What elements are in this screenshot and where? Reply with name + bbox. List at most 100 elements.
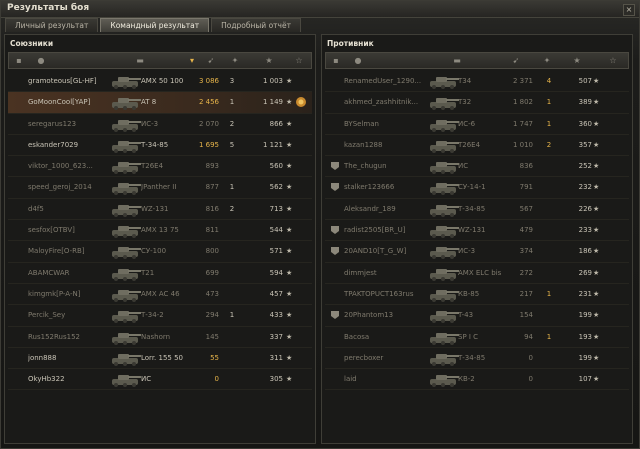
damage-value: 836: [519, 162, 533, 171]
enemy-row[interactable]: TPAKTOPUCT163rus КВ-85 217 1 231 ★: [325, 284, 629, 306]
close-button[interactable]: ×: [623, 4, 635, 16]
ally-row[interactable]: eskander7029 Т-34-85 1 695 5 1 121 ★: [8, 135, 312, 157]
enemy-row[interactable]: BYSelman ИС-6 1 747 1 360 ★: [325, 114, 629, 135]
kills-icon[interactable]: ✦: [542, 56, 552, 65]
enemy-row[interactable]: stalker123666 СУ-14-1 791 232 ★: [325, 177, 629, 199]
star-icon: ★: [593, 77, 600, 85]
star-icon: ★: [593, 162, 600, 171]
tank-icon: [428, 94, 460, 111]
star-icon: ★: [286, 77, 293, 85]
ally-row[interactable]: Percik_Sey Т-34-2 294 1 433 ★: [8, 305, 312, 327]
enemy-row[interactable]: 20AND10[T_G_W] ИС-3 374 186 ★: [325, 241, 629, 263]
ally-row[interactable]: jonn888 Lorr. 155 50 55 311 ★: [8, 348, 312, 370]
player-name: seregarus123: [28, 119, 77, 128]
tank-icon[interactable]: ▬: [129, 56, 151, 65]
player-name: ABAMCWAR: [28, 268, 70, 277]
star-icon: ★: [286, 375, 293, 384]
allies-header: ▪ ● ▬ ▾ ➹ ✦ ★ ☆: [8, 52, 312, 69]
star-icon[interactable]: ☆: [294, 56, 304, 65]
ally-row[interactable]: ABAMCWAR T21 699 594 ★: [8, 263, 312, 284]
enemy-row[interactable]: The_chugun ИС 836 252 ★: [325, 156, 629, 178]
tank-icon[interactable]: ▬: [446, 56, 468, 65]
star-icon: ★: [286, 311, 293, 320]
sort-arrow-icon: ▾: [189, 56, 194, 65]
damage-value: 145: [205, 332, 219, 341]
ally-row[interactable]: d4f5 WZ-131 816 2 713 ★: [8, 199, 312, 221]
experience-value: 360: [578, 119, 592, 128]
player-name: speed_geroj_2014: [28, 183, 92, 192]
tab-personal[interactable]: Личный результат: [5, 18, 99, 32]
ally-row[interactable]: seregarus123 ИС-3 2 070 2 866 ★: [8, 114, 312, 135]
enemy-row[interactable]: perecboxer Т-34-85 0 199 ★: [325, 348, 629, 370]
experience-value: 507: [578, 77, 592, 85]
ally-row[interactable]: sesfox[OTBV] AMX 13 75 811 544 ★: [8, 220, 312, 242]
ally-row[interactable]: GoMoonCool[YAP] AT 8 2 456 1 1 149 ★: [8, 92, 312, 114]
enemies-header: ▪ ● ▬ ➹ ✦ ★ ☆: [325, 52, 629, 69]
tank-icon: [428, 137, 460, 154]
experience-icon[interactable]: ★: [264, 56, 274, 65]
tank-name: T34: [458, 77, 472, 85]
damage-icon[interactable]: ➹: [206, 56, 216, 65]
damage-value: 294: [205, 311, 219, 320]
kills-value: 5: [229, 140, 235, 149]
ally-row[interactable]: OkyHb322 ИС 0 305 ★: [8, 369, 312, 391]
tab-team[interactable]: Командный результат: [100, 18, 210, 32]
star-icon[interactable]: ☆: [608, 56, 618, 65]
player-name: OkyHb322: [28, 375, 65, 384]
kills-value: 2: [229, 119, 235, 128]
player-icon[interactable]: ●: [353, 56, 363, 65]
ally-row[interactable]: MaloyFire[O-RB] СУ-100 800 571 ★: [8, 241, 312, 263]
star-icon: ★: [286, 140, 293, 149]
experience-value: 594: [269, 268, 283, 277]
damage-value: 272: [519, 268, 533, 277]
platoon-icon[interactable]: ▪: [14, 56, 24, 65]
enemy-row[interactable]: 20Phantom13 T-43 154 199 ★: [325, 305, 629, 327]
experience-value: 866: [269, 119, 283, 128]
ally-row[interactable]: viktor_1000_623... T26E4 893 560 ★: [8, 156, 312, 178]
tank-name: ИС-3: [458, 247, 476, 256]
enemy-row[interactable]: laid КВ-2 0 107 ★: [325, 369, 629, 391]
player-name: sesfox[OTBV]: [28, 226, 75, 235]
ally-row[interactable]: speed_geroj_2014 JPanther II 877 1 562 ★: [8, 177, 312, 199]
experience-value: 433: [269, 311, 283, 320]
tank-icon: [428, 201, 460, 218]
enemy-row[interactable]: akhmed_zashhitnik... T32 1 802 1 389 ★: [325, 92, 629, 114]
star-icon: ★: [593, 226, 600, 235]
medal-icon[interactable]: [294, 95, 308, 109]
experience-value: 231: [578, 289, 592, 298]
player-icon[interactable]: ●: [36, 56, 46, 65]
player-name: d4f5: [28, 204, 44, 213]
kills-icon[interactable]: ✦: [230, 56, 240, 65]
enemy-row[interactable]: dimmjest AMX ELC bis 272 269 ★: [325, 263, 629, 284]
enemies-title: Противник: [327, 39, 374, 48]
experience-icon[interactable]: ★: [572, 56, 582, 65]
experience-value: 357: [578, 140, 592, 149]
enemy-row[interactable]: kazan1288 T26E4 1 010 2 357 ★: [325, 135, 629, 157]
experience-value: 1 003: [262, 77, 283, 85]
platoon-icon[interactable]: ▪: [331, 56, 341, 65]
experience-value: 562: [269, 183, 283, 192]
tab-detailed[interactable]: Подробный отчёт: [211, 18, 301, 32]
experience-value: 389: [578, 98, 592, 107]
kills-value: 3: [229, 77, 235, 85]
damage-value: 374: [519, 247, 533, 256]
tank-icon: [428, 307, 460, 324]
damage-icon[interactable]: ➹: [511, 56, 521, 65]
player-name: radist2505[BR_U]: [344, 226, 406, 235]
tank-name: WZ-131: [458, 226, 486, 235]
ally-row[interactable]: kimgmk[P-A-N] AMX AC 46 473 457 ★: [8, 284, 312, 306]
ally-row[interactable]: gramoteous[GL-HF] AMX 50 100 3 086 3 1 003 ★: [8, 71, 312, 93]
enemy-row[interactable]: radist2505[BR_U] WZ-131 479 233 ★: [325, 220, 629, 242]
enemy-row[interactable]: RenamedUser_1290... T34 2 371 4 507 ★: [325, 71, 629, 93]
player-name: MaloyFire[O-RB]: [28, 247, 85, 256]
tank-icon: [428, 286, 460, 303]
enemy-row[interactable]: Bacosa SP I C 94 1 193 ★: [325, 327, 629, 348]
tank-name: AMX ELC bis: [458, 268, 502, 277]
player-name: GoMoonCool[YAP]: [28, 98, 91, 107]
enemy-row[interactable]: Aleksandr_189 Т-34-85 567 226 ★: [325, 199, 629, 221]
experience-value: 713: [269, 204, 283, 213]
player-name: eskander7029: [28, 140, 79, 149]
tank-name: ИС: [458, 162, 469, 171]
experience-value: 457: [269, 289, 283, 298]
ally-row[interactable]: Rus152Rus152 Nashorn 145 337 ★: [8, 327, 312, 348]
